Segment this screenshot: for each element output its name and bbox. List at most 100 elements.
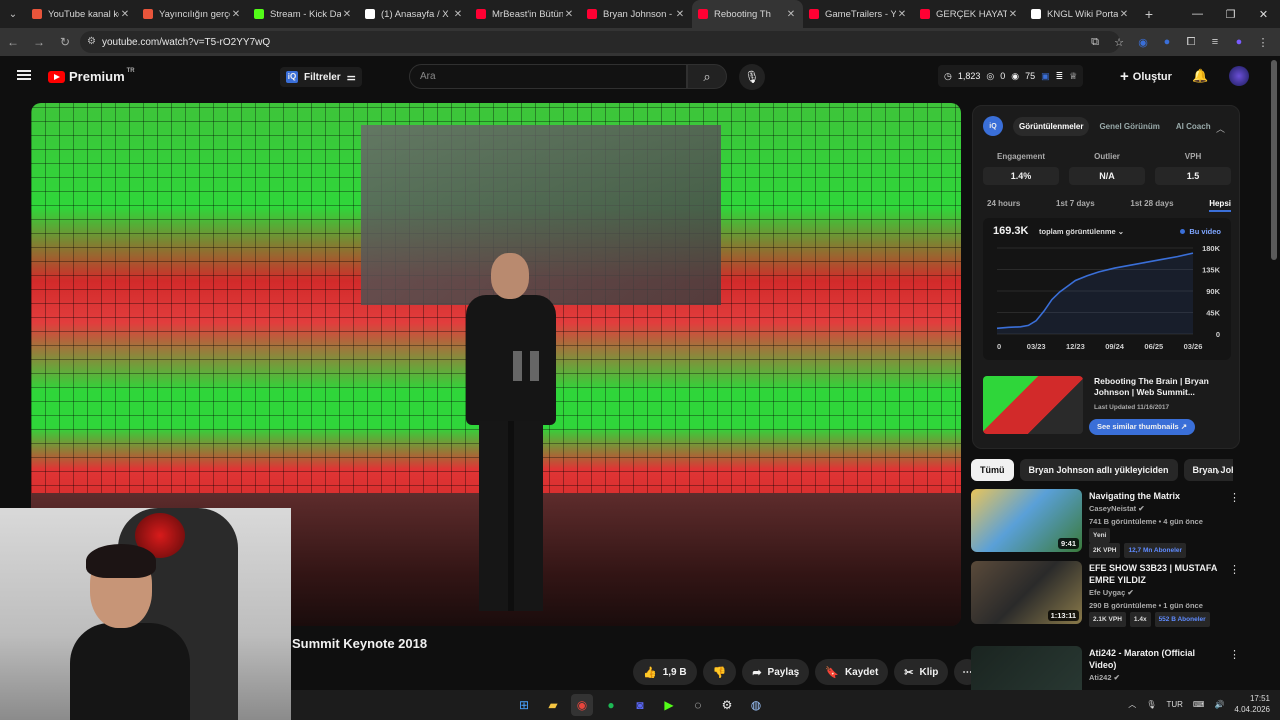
tab-close-icon[interactable]: ✕ xyxy=(785,9,797,20)
youtube-logo[interactable]: Premium TR xyxy=(48,68,135,84)
browser-tab[interactable]: Bryan Johnson - Y ✕ xyxy=(581,0,692,28)
page-scrollbar[interactable] xyxy=(1271,60,1277,260)
share-button[interactable]: ➦ Paylaş xyxy=(742,659,810,685)
back-icon[interactable]: ← xyxy=(0,35,26,49)
settings-icon[interactable]: ⚙ xyxy=(716,694,738,716)
minimize-icon[interactable]: — xyxy=(1181,0,1214,28)
more-vertical-icon[interactable]: ⋮ xyxy=(1229,648,1240,661)
browser-tab[interactable]: Yayıncılığın gerçe ✕ xyxy=(137,0,248,28)
recommendation-title[interactable]: EFE SHOW S3B23 | MUSTAFA EMRE YILDIZ xyxy=(1089,562,1219,586)
pause-icon[interactable] xyxy=(513,351,541,381)
browser-tab[interactable]: MrBeast'in Bütün ✕ xyxy=(470,0,581,28)
browser-tab[interactable]: YouTube kanal ko ✕ xyxy=(26,0,137,28)
guide-menu-icon[interactable] xyxy=(17,70,31,80)
maximize-icon[interactable]: ❐ xyxy=(1214,0,1247,28)
vidiq-badge-icon[interactable]: ▣ xyxy=(1041,71,1050,82)
filter-chip[interactable]: Bryan Johnson xyxy=(1183,459,1233,481)
see-similar-thumbnails-button[interactable]: See similar thumbnails ↗ xyxy=(1089,419,1196,435)
clip-button[interactable]: ✂ Klip xyxy=(894,659,949,685)
tab-close-icon[interactable]: ✕ xyxy=(674,9,686,20)
close-window-icon[interactable]: ✕ xyxy=(1247,0,1280,28)
vidiq-tab[interactable]: Genel Görünüm xyxy=(1093,117,1165,136)
account-avatar[interactable] xyxy=(1229,66,1249,86)
file-explorer-icon[interactable]: ▰ xyxy=(542,694,564,716)
browser-menu-icon[interactable]: ⋮ xyxy=(1254,32,1272,52)
volume-icon[interactable]: 🔊 xyxy=(1214,700,1224,709)
obs-icon[interactable]: ◌ xyxy=(687,694,709,716)
like-button[interactable]: 👍 1,9 B xyxy=(633,659,697,685)
browser-tab[interactable]: Rebooting Th ✕ xyxy=(692,0,803,28)
x-tick-label: 0 xyxy=(997,342,1001,351)
forward-icon[interactable]: → xyxy=(26,35,52,49)
time-range-tab[interactable]: 24 hours xyxy=(987,199,1020,212)
time-range-tab[interactable]: 1st 7 days xyxy=(1056,199,1095,212)
install-app-icon[interactable]: ⧉ xyxy=(1086,32,1104,52)
extensions-puzzle-icon[interactable]: ⧠ xyxy=(1182,32,1200,52)
dislike-button[interactable]: 👎 xyxy=(702,659,737,685)
tray-mic-icon[interactable]: 🎙 xyxy=(1146,700,1156,709)
recommendation-title[interactable]: Ati242 - Maraton (Official Video) xyxy=(1089,647,1219,671)
notifications-bell-icon[interactable]: 🔔 xyxy=(1192,68,1208,84)
browser-tab[interactable]: KNGL Wiki Portal ✕ xyxy=(1025,0,1136,28)
trophy-icon[interactable]: ♕ xyxy=(1069,71,1077,82)
time-range-tab[interactable]: Hepsi xyxy=(1209,199,1231,212)
filter-chip[interactable]: Tümü xyxy=(971,459,1014,481)
list-icon[interactable]: ≣ xyxy=(1056,71,1064,82)
more-vertical-icon[interactable]: ⋮ xyxy=(1229,563,1240,576)
tab-close-icon[interactable]: ✕ xyxy=(1007,9,1019,20)
tab-close-icon[interactable]: ✕ xyxy=(119,9,131,20)
clock[interactable]: 17:51 4.04.2026 xyxy=(1234,693,1270,715)
windows-start-icon[interactable]: ⊞ xyxy=(513,694,535,716)
recommendation-item[interactable]: 1:13:11 EFE SHOW S3B23 | MUSTAFA EMRE YIL… xyxy=(971,561,1240,627)
voice-search-button[interactable]: 🎙 xyxy=(739,64,765,90)
new-tab-icon[interactable]: + xyxy=(1136,6,1162,22)
vidiq-tab[interactable]: Görüntülenmeler xyxy=(1013,116,1090,136)
steam-icon[interactable]: ◍ xyxy=(745,694,767,716)
tab-close-icon[interactable]: ✕ xyxy=(896,9,908,20)
bookmark-star-icon[interactable]: ☆ xyxy=(1110,32,1128,52)
create-button[interactable]: + Oluştur xyxy=(1120,68,1172,85)
reading-list-icon[interactable]: ≡ xyxy=(1206,32,1224,52)
extension-a-icon[interactable]: ◉ xyxy=(1134,32,1152,52)
chips-next-icon[interactable]: › xyxy=(1216,466,1220,478)
search-button[interactable]: ⌕ xyxy=(687,64,727,89)
recommendation-item[interactable]: 9:41 Navigating the Matrix CaseyNeistat ✔ 7… xyxy=(971,489,1240,558)
reload-icon[interactable]: ↻ xyxy=(52,35,78,49)
filters-button[interactable]: iQ Filtreler ⚌ xyxy=(280,67,362,87)
profile-icon[interactable]: ● xyxy=(1230,32,1248,52)
browser-tab[interactable]: (1) Anasayfa / X ✕ xyxy=(359,0,470,28)
address-bar[interactable]: ⚙ youtube.com/watch?v=T5-rO2YY7wQ xyxy=(80,31,1120,53)
tab-search-icon[interactable]: ⌄ xyxy=(0,0,26,28)
kick-icon[interactable]: ▶ xyxy=(658,694,680,716)
channel-name[interactable]: CaseyNeistat xyxy=(1089,504,1136,513)
channel-name[interactable]: Ati242 xyxy=(1089,673,1112,682)
tab-close-icon[interactable]: ✕ xyxy=(341,9,353,20)
vidiq-header-stats[interactable]: ◷ 1,823 ◎ 0 ◉ 75 ▣ ≣ ♕ xyxy=(938,65,1084,87)
browser-tab[interactable]: GameTrailers - Yo ✕ xyxy=(803,0,914,28)
chrome-icon[interactable]: ◉ xyxy=(571,694,593,716)
channel-name[interactable]: Efe Uygaç xyxy=(1089,588,1125,597)
spotify-icon[interactable]: ● xyxy=(600,694,622,716)
time-range-tab[interactable]: 1st 28 days xyxy=(1130,199,1173,212)
tab-close-icon[interactable]: ✕ xyxy=(563,9,575,20)
recommendation-title[interactable]: Navigating the Matrix xyxy=(1089,490,1219,502)
site-info-icon[interactable]: ⚙ xyxy=(87,36,96,47)
language-indicator[interactable]: TUR xyxy=(1166,700,1182,709)
tab-close-icon[interactable]: ✕ xyxy=(1118,9,1130,20)
tab-close-icon[interactable]: ✕ xyxy=(230,9,242,20)
search-input[interactable]: Ara xyxy=(409,64,687,89)
filter-chip[interactable]: Bryan Johnson adlı yükleyiciden xyxy=(1019,459,1178,481)
recommendation-thumbnail[interactable]: 9:41 xyxy=(971,489,1082,552)
more-vertical-icon[interactable]: ⋮ xyxy=(1229,491,1240,504)
collapse-chevron-icon[interactable]: ︿ xyxy=(1216,122,1225,135)
discord-icon[interactable]: ◙ xyxy=(629,694,651,716)
vidiq-tab[interactable]: AI Coach xyxy=(1170,117,1217,136)
browser-tab[interactable]: Stream - Kick Das ✕ xyxy=(248,0,359,28)
extension-b-icon[interactable]: ● xyxy=(1158,32,1176,52)
save-button[interactable]: 🔖 Kaydet xyxy=(815,659,889,685)
recommendation-thumbnail[interactable]: 1:13:11 xyxy=(971,561,1082,624)
network-icon[interactable]: ⌨ xyxy=(1193,700,1205,709)
browser-tab[interactable]: GERÇEK HAYATTA✕ xyxy=(914,0,1025,28)
tab-close-icon[interactable]: ✕ xyxy=(452,9,464,20)
tray-chevron-icon[interactable]: ︿ xyxy=(1128,699,1136,710)
